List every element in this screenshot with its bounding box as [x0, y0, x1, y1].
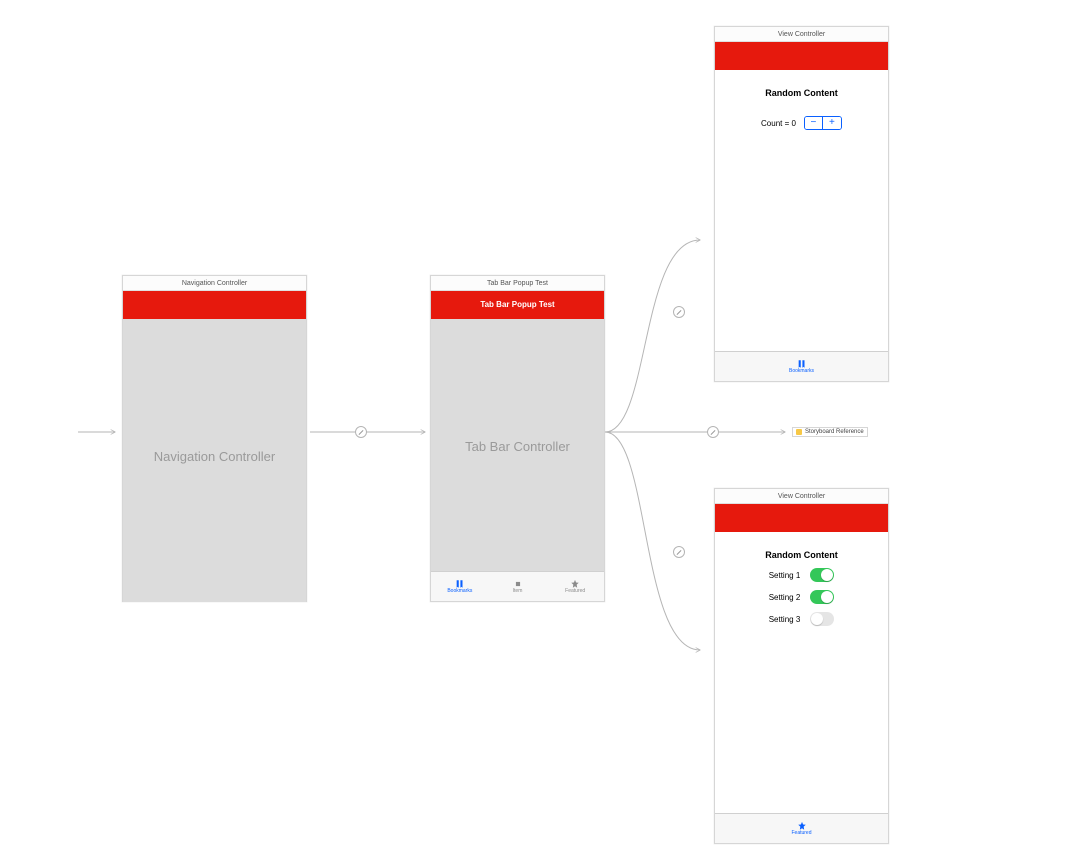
heading-random-content: Random Content [715, 70, 888, 98]
tab-bar: Bookmarks Item Featured [431, 571, 604, 601]
heading-random-content: Random Content [715, 532, 888, 560]
count-stepper[interactable]: − + [804, 116, 842, 130]
scene-body: Tab Bar Controller [431, 319, 604, 572]
segue-badge[interactable] [673, 306, 685, 318]
star-icon [797, 822, 807, 830]
scene-title: View Controller [715, 27, 888, 42]
scene-body: Random Content Count = 0 − + [715, 70, 888, 352]
tab-item-bookmarks[interactable]: Bookmarks [431, 572, 489, 601]
setting-label: Setting 3 [769, 615, 801, 624]
square-icon [513, 580, 523, 588]
storyboard-reference[interactable]: Storyboard Reference [792, 427, 868, 437]
scene-navigation-controller[interactable]: Navigation Controller Navigation Control… [122, 275, 307, 602]
segue-badge[interactable] [673, 546, 685, 558]
tab-label: Bookmarks [447, 588, 472, 594]
tab-label: Featured [565, 588, 585, 594]
tab-item-bookmarks[interactable]: Bookmarks [715, 352, 888, 381]
tab-label: Bookmarks [789, 368, 814, 374]
scene-body: Navigation Controller [123, 319, 306, 602]
count-row: Count = 0 − + [715, 116, 888, 130]
scene-body: Random Content Setting 1 Setting 2 Setti… [715, 532, 888, 814]
setting-row-2: Setting 2 [715, 590, 888, 604]
navigation-bar [715, 42, 888, 70]
tab-label: Featured [791, 830, 811, 836]
setting-row-1: Setting 1 [715, 568, 888, 582]
setting-3-switch[interactable] [810, 612, 834, 626]
tab-item-featured[interactable]: Featured [715, 814, 888, 843]
setting-2-switch[interactable] [810, 590, 834, 604]
star-icon [570, 580, 580, 588]
stepper-plus-button[interactable]: + [823, 117, 841, 129]
scene-view-controller-top[interactable]: View Controller Random Content Count = 0… [714, 26, 889, 382]
scene-title: View Controller [715, 489, 888, 504]
tab-bar: Bookmarks [715, 351, 888, 381]
segue-badge[interactable] [355, 426, 367, 438]
navigation-bar [715, 504, 888, 532]
bookmarks-icon [455, 580, 465, 588]
storyboard-reference-label: Storyboard Reference [805, 429, 864, 435]
scene-title: Navigation Controller [123, 276, 306, 291]
scene-view-controller-bottom[interactable]: View Controller Random Content Setting 1… [714, 488, 889, 844]
navigation-bar [123, 291, 306, 319]
count-label: Count = 0 [761, 119, 796, 128]
setting-label: Setting 1 [769, 571, 801, 580]
storyboard-icon [796, 429, 802, 435]
scene-title: Tab Bar Popup Test [431, 276, 604, 291]
tab-bar: Featured [715, 813, 888, 843]
tab-item-item[interactable]: Item [489, 572, 547, 601]
navigation-bar: Tab Bar Popup Test [431, 291, 604, 319]
bookmarks-icon [797, 360, 807, 368]
setting-row-3: Setting 3 [715, 612, 888, 626]
controller-label: Navigation Controller [123, 449, 306, 464]
scene-tabbar-controller[interactable]: Tab Bar Popup Test Tab Bar Popup Test Ta… [430, 275, 605, 602]
controller-label: Tab Bar Controller [431, 439, 604, 454]
setting-1-switch[interactable] [810, 568, 834, 582]
tab-label: Item [513, 588, 523, 594]
tab-item-featured[interactable]: Featured [546, 572, 604, 601]
stepper-minus-button[interactable]: − [805, 117, 823, 129]
setting-label: Setting 2 [769, 593, 801, 602]
segue-badge[interactable] [707, 426, 719, 438]
